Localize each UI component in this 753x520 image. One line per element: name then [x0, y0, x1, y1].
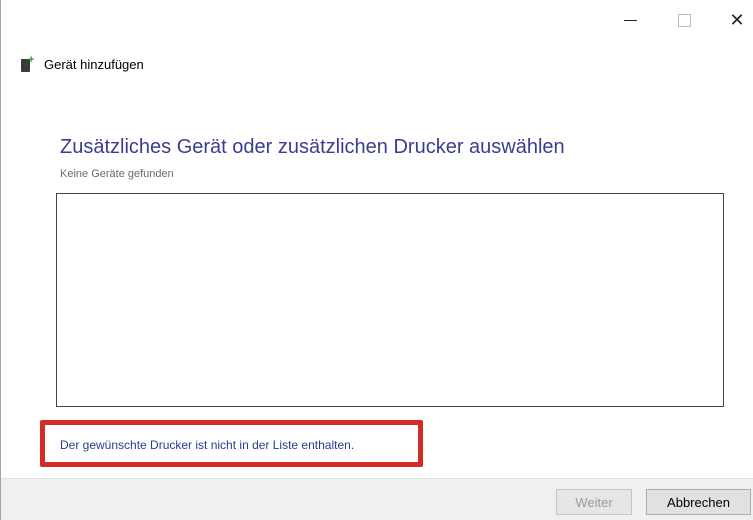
footer-bar — [1, 478, 753, 520]
printer-not-listed-link[interactable]: Der gewünschte Drucker ist nicht in der … — [60, 438, 354, 452]
add-device-icon: + — [21, 55, 35, 72]
cancel-button[interactable]: Abbrechen — [646, 489, 751, 515]
maximize-icon — [677, 13, 691, 27]
next-button[interactable]: Weiter — [556, 489, 632, 515]
app-header: + Gerät hinzufügen — [21, 55, 144, 72]
app-title: Gerät hinzufügen — [44, 56, 144, 72]
close-button[interactable]: ✕ — [714, 0, 753, 40]
add-device-window: ✕ + Gerät hinzufügen Zusätzliches Gerät … — [0, 0, 753, 520]
page-heading: Zusätzliches Gerät oder zusätzlichen Dru… — [60, 136, 565, 158]
device-list[interactable] — [56, 193, 724, 407]
title-bar: ✕ — [1, 0, 753, 40]
close-icon: ✕ — [729, 9, 745, 31]
status-text: Keine Geräte gefunden — [60, 168, 174, 180]
minimize-button[interactable] — [607, 0, 653, 40]
minimize-icon — [623, 19, 637, 21]
maximize-button[interactable] — [661, 0, 707, 40]
